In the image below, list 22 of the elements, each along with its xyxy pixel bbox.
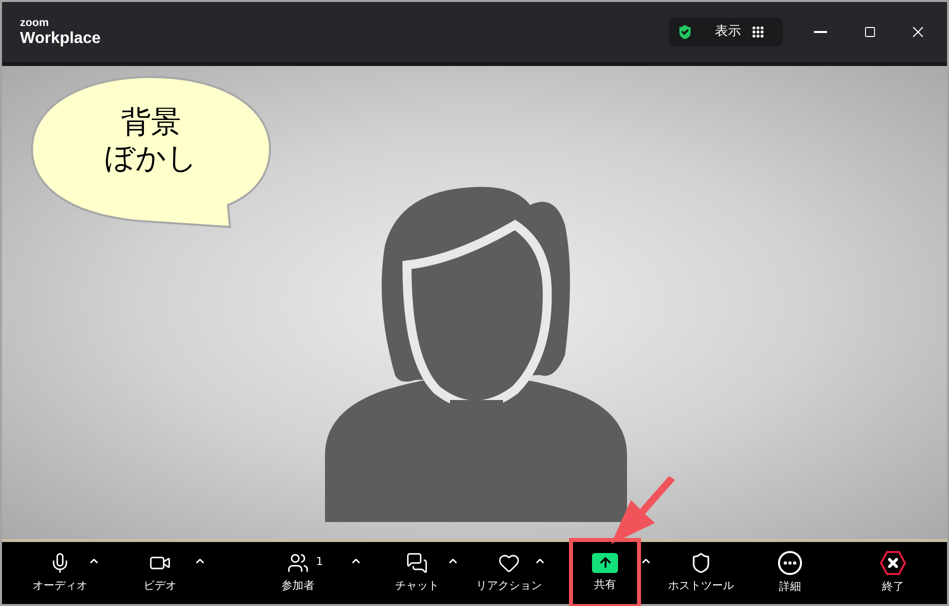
toolbar-button[interactable]: オーディオ <box>28 542 92 604</box>
shield-icon <box>690 552 712 574</box>
minimize-icon <box>814 31 826 33</box>
chat-bubbles-icon <box>406 552 428 574</box>
toolbar-button[interactable]: リアクション <box>477 542 541 604</box>
maximize-icon <box>864 26 876 38</box>
toolbar-button[interactable]: ビデオ <box>128 542 192 604</box>
logo-name-text: Workplace <box>20 30 101 46</box>
toolbar-button[interactable]: 終了 <box>861 542 925 604</box>
toolbar-button[interactable]: チャット <box>385 542 449 604</box>
grid-icon <box>751 25 765 39</box>
view-button[interactable]: 表示 <box>669 18 783 46</box>
end-hexagon-icon <box>880 550 906 575</box>
toolbar-button[interactable]: ホストツール <box>669 542 733 604</box>
more-icon <box>778 550 802 575</box>
callout-text: ぼかし <box>104 141 198 177</box>
logo-small-text: zoom <box>20 18 50 28</box>
callout-text: 背景 <box>121 105 181 141</box>
toolbar-button[interactable]: 詳細 <box>758 542 822 604</box>
toolbar-button[interactable]: 共有 <box>573 542 637 604</box>
people-icon <box>287 552 309 574</box>
participant-count: 1 <box>316 554 323 570</box>
